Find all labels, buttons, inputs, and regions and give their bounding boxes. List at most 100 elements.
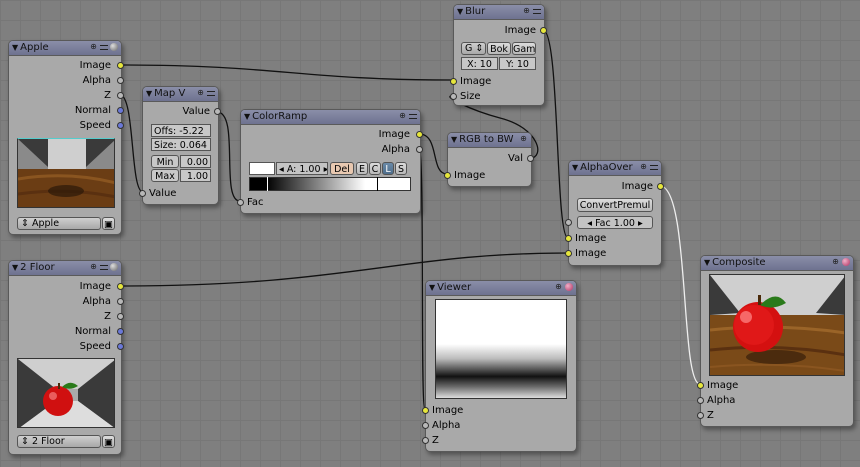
collapse-triangle-icon[interactable]: ▼ [146,89,152,98]
collapse-triangle-icon[interactable]: ▼ [244,112,250,121]
plus-icon[interactable]: ⊕ [398,111,407,120]
plus-icon[interactable]: ⊕ [89,262,98,271]
input-socket-image[interactable] [697,382,704,389]
fac-field[interactable]: ◂ Fac 1.00 ▸ [577,216,653,229]
alpha-over-node[interactable]: ▼ AlphaOver ⊕ Image ConvertPremul ◂ Fac 1… [565,160,664,266]
preview-toggle-icon[interactable] [565,282,573,291]
render-button-icon[interactable]: ▣ [102,435,115,448]
output-socket-normal[interactable] [117,107,124,114]
convert-premul-toggle[interactable]: ConvertPremul [577,198,653,212]
composite-node[interactable]: ▼ Composite ⊕ Image Alpha Z [697,255,854,427]
output-socket-z[interactable] [117,92,124,99]
menu-icon[interactable] [100,44,108,50]
increase-arrow-icon[interactable]: ▸ [324,164,327,174]
color-swatch[interactable] [249,162,275,175]
output-socket-image[interactable] [540,27,547,34]
ramp-marker-left[interactable] [267,177,268,191]
plus-icon[interactable]: ⊕ [519,134,528,143]
input-socket-fac[interactable] [237,199,244,206]
rgb-to-bw-node[interactable]: ▼ RGB to BW ⊕ Val Image [444,132,534,187]
input-socket-image[interactable] [422,407,429,414]
node-header[interactable]: ▼ RGB to BW ⊕ [448,133,531,148]
alpha-field[interactable]: ◂ A: 1.00 ▸ [276,162,328,175]
output-socket-speed[interactable] [117,122,124,129]
plus-icon[interactable]: ⊕ [554,282,563,291]
node-header[interactable]: ▼ AlphaOver ⊕ [569,161,661,176]
filter-type-selector[interactable]: G ⇕ [461,42,486,55]
size-x-field[interactable]: X: 10 [461,57,498,70]
output-socket-image[interactable] [117,283,124,290]
preview-toggle-icon[interactable] [842,257,850,266]
collapse-triangle-icon[interactable]: ▼ [457,7,463,16]
ease-button[interactable]: E [356,162,368,175]
preview-toggle-icon[interactable] [110,262,118,271]
node-header[interactable]: ▼ Composite ⊕ [701,256,853,271]
output-socket-image[interactable] [117,62,124,69]
decrease-arrow-icon[interactable]: ◂ [587,218,592,228]
collapse-triangle-icon[interactable]: ▼ [429,283,435,292]
cardinal-button[interactable]: C [369,162,381,175]
output-socket-normal[interactable] [117,328,124,335]
bokeh-toggle[interactable]: Bok [487,42,511,55]
node-header[interactable]: ▼ ColorRamp ⊕ [241,110,420,125]
output-socket-alpha[interactable] [117,298,124,305]
output-socket-speed[interactable] [117,343,124,350]
min-value-field[interactable]: 0.00 [180,155,211,168]
input-socket-z[interactable] [422,437,429,444]
collapse-triangle-icon[interactable]: ▼ [12,263,18,272]
node-header[interactable]: ▼ Map V ⊕ [143,87,218,102]
node-header[interactable]: ▼ Apple ⊕ [9,41,121,56]
scene-selector[interactable]: ⇕ 2 Floor [17,435,101,448]
size-y-field[interactable]: Y: 10 [499,57,536,70]
input-socket-image[interactable] [444,172,451,179]
plus-icon[interactable]: ⊕ [831,257,840,266]
output-socket-alpha[interactable] [117,77,124,84]
menu-icon[interactable] [207,90,215,96]
input-socket-fac[interactable] [565,219,572,226]
plus-icon[interactable]: ⊕ [89,42,98,51]
collapse-triangle-icon[interactable]: ▼ [704,258,710,267]
render-button-icon[interactable]: ▣ [102,217,115,230]
map-value-node[interactable]: ▼ Map V ⊕ Value Offs: -5.22 Size: 0.064 M… [139,86,221,205]
input-socket-z[interactable] [697,412,704,419]
plus-icon[interactable]: ⊕ [196,88,205,97]
viewer-node[interactable]: ▼ Viewer ⊕ Image Alpha Z [422,280,577,452]
menu-icon[interactable] [100,264,108,270]
output-socket-z[interactable] [117,313,124,320]
size-field[interactable]: Size: 0.064 [151,138,211,151]
output-socket-val[interactable] [527,155,534,162]
output-socket-image[interactable] [416,131,423,138]
color-ramp-node[interactable]: ▼ ColorRamp ⊕ Image Alpha ◂ A: 1.00 ▸ Del… [237,109,423,214]
gamma-toggle[interactable]: Gam [512,42,536,55]
decrease-arrow-icon[interactable]: ◂ [279,164,284,174]
increase-arrow-icon[interactable]: ▸ [638,218,643,228]
delete-button[interactable]: Del [330,162,354,175]
linear-button[interactable]: L [382,162,394,175]
collapse-triangle-icon[interactable]: ▼ [451,135,457,144]
plus-icon[interactable]: ⊕ [639,162,648,171]
input-socket-alpha[interactable] [422,422,429,429]
menu-icon[interactable] [409,113,417,119]
node-header[interactable]: ▼ 2 Floor ⊕ [9,261,121,276]
input-socket-value[interactable] [139,190,146,197]
ramp-marker-right[interactable] [377,177,378,191]
node-header[interactable]: ▼ Viewer ⊕ [426,281,576,296]
plus-icon[interactable]: ⊕ [522,6,531,15]
preview-toggle-icon[interactable] [110,42,118,51]
input-socket-image[interactable] [450,78,457,85]
blur-node[interactable]: ▼ Blur ⊕ Image G ⇕ Bok Gam X: 10 Y: 10 Im… [450,4,547,106]
color-ramp-gradient[interactable] [249,177,411,191]
offset-field[interactable]: Offs: -5.22 [151,124,211,137]
node-header[interactable]: ▼ Blur ⊕ [454,5,544,20]
render-layers-node-floor[interactable]: ▼ 2 Floor ⊕ Image Alpha Z Normal Speed ⇕ … [8,260,124,455]
spline-button[interactable]: S [395,162,407,175]
output-socket-alpha[interactable] [416,146,423,153]
max-value-field[interactable]: 1.00 [180,169,211,182]
input-socket-image-2[interactable] [565,250,572,257]
collapse-triangle-icon[interactable]: ▼ [572,163,578,172]
menu-icon[interactable] [650,164,658,170]
scene-selector[interactable]: ⇕ Apple [17,217,101,230]
output-socket-image[interactable] [657,183,664,190]
max-toggle[interactable]: Max [151,169,179,182]
collapse-triangle-icon[interactable]: ▼ [12,43,18,52]
